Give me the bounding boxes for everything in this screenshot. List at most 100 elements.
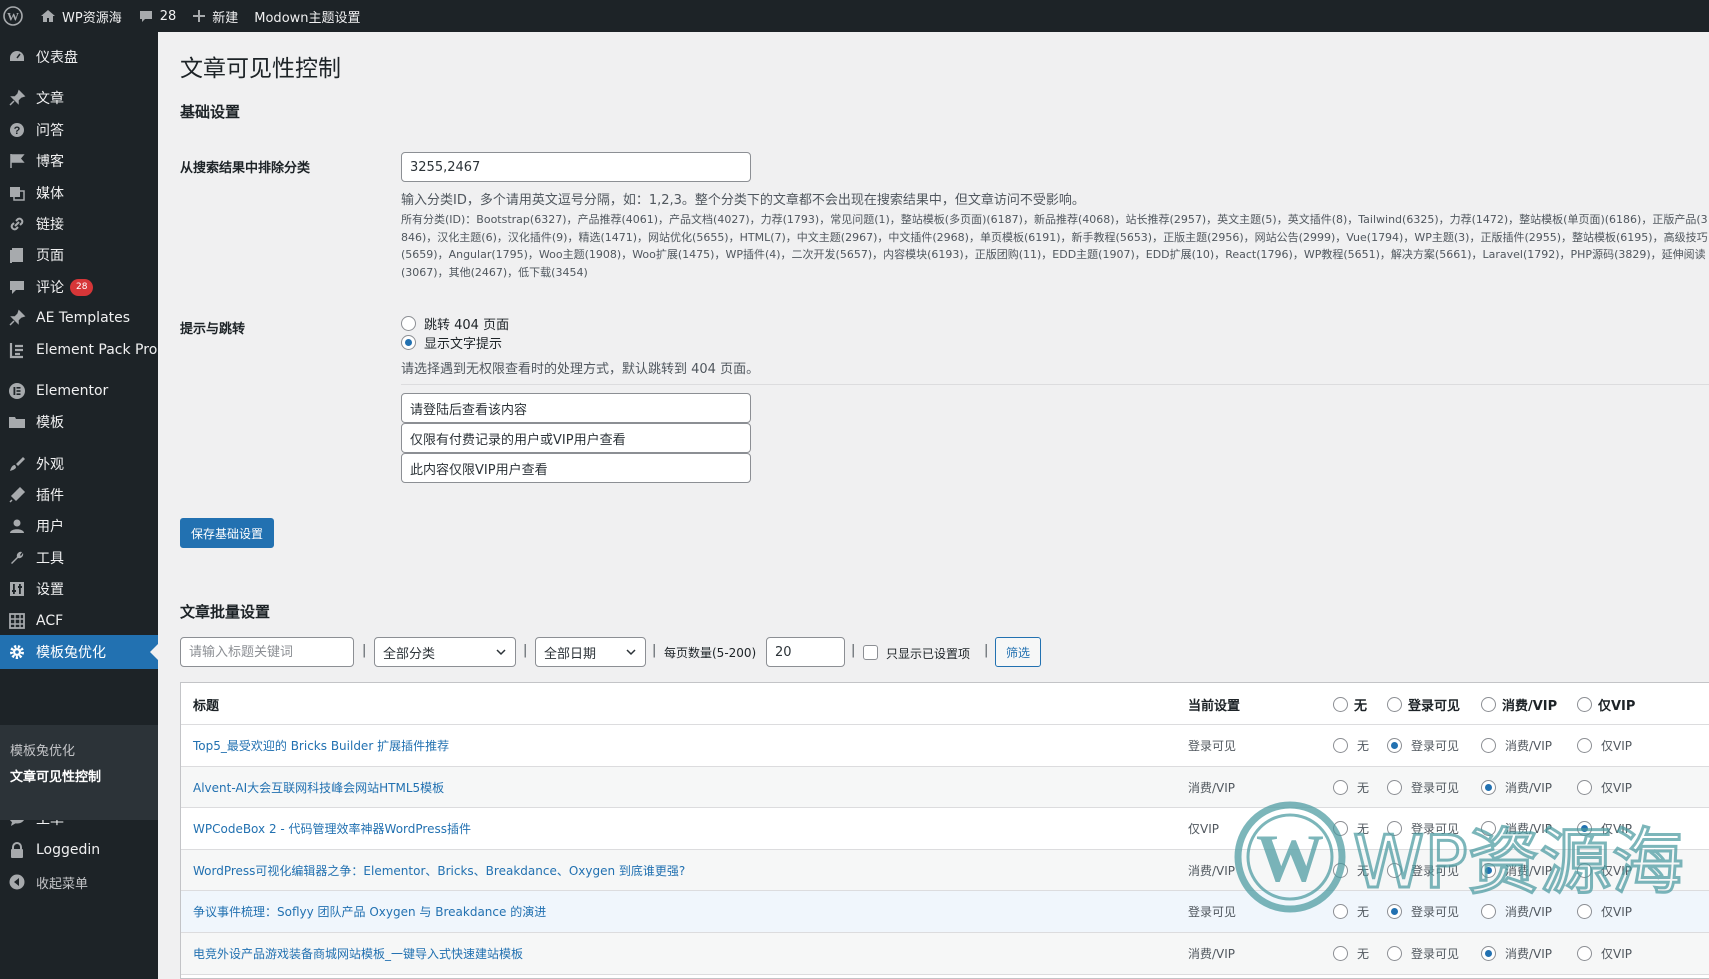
wordpress-logo-icon[interactable]: W bbox=[0, 0, 32, 32]
wrench-icon bbox=[8, 549, 26, 567]
row-radio-login[interactable] bbox=[1387, 779, 1402, 795]
row-radio-none[interactable] bbox=[1333, 946, 1348, 961]
row-option-paid[interactable]: 消费/VIP bbox=[1481, 933, 1552, 974]
row-radio-none[interactable] bbox=[1333, 738, 1348, 753]
filter-button[interactable]: 筛选 bbox=[995, 637, 1042, 667]
sidebar-item-9[interactable]: AE Templates bbox=[0, 301, 158, 335]
paid-message-input[interactable] bbox=[401, 423, 751, 453]
bulk-vip-label: 仅VIP bbox=[1598, 698, 1636, 714]
bulk-vip-option[interactable]: 仅VIP bbox=[1577, 683, 1635, 725]
sidebar-item-18[interactable]: ACF bbox=[0, 604, 158, 638]
row-radio-paid[interactable] bbox=[1481, 779, 1496, 795]
row-radio-login[interactable] bbox=[1387, 946, 1402, 961]
row-radio-login[interactable] bbox=[1387, 738, 1402, 753]
radio-text-option[interactable]: 显示文字提示 bbox=[401, 333, 502, 352]
row-radio-vip[interactable] bbox=[1577, 946, 1592, 961]
row-option-label: 无 bbox=[1357, 780, 1370, 795]
row-option-none[interactable]: 无 bbox=[1333, 725, 1369, 766]
per-page-input[interactable] bbox=[766, 637, 845, 667]
theme-settings-label: Modown主题设置 bbox=[254, 10, 361, 26]
chevron-down-icon bbox=[626, 649, 636, 656]
sidebar-item-1[interactable]: 仪表盘 bbox=[0, 40, 158, 74]
row-option-login[interactable]: 登录可见 bbox=[1387, 933, 1459, 974]
post-title-link[interactable]: Alvent-AI大会互联网科技峰会网站HTML5模板 bbox=[193, 767, 444, 808]
sidebar-item-label: 设置 bbox=[36, 582, 64, 598]
row-option-paid[interactable]: 消费/VIP bbox=[1481, 725, 1552, 766]
sidebar-item-5[interactable]: 媒体 bbox=[0, 176, 158, 210]
bulk-vip-radio[interactable] bbox=[1577, 696, 1592, 712]
login-message-input[interactable] bbox=[401, 393, 751, 423]
redirect-label: 提示与跳转 bbox=[180, 322, 246, 337]
sidebar-item-10[interactable]: Element Pack Pro bbox=[0, 333, 158, 367]
sidebar-item-19[interactable]: 模板兔优化 bbox=[0, 635, 158, 669]
sidebar-item-15[interactable]: 用户 bbox=[0, 509, 158, 543]
sidebar-item-7[interactable]: 页面 bbox=[0, 238, 158, 272]
sidebar-item-label: 问答 bbox=[36, 123, 64, 139]
column-title-header: 标题 bbox=[193, 698, 220, 714]
post-title-link[interactable]: WPCodeBox 2 - 代码管理效率神器WordPress插件 bbox=[193, 808, 471, 849]
redirect-description: 请选择遇到无权限查看时的处理方式，默认跳转到 404 页面。 bbox=[401, 362, 760, 377]
sidebar-item-2[interactable]: 文章 bbox=[0, 81, 158, 115]
row-option-none[interactable]: 无 bbox=[1333, 933, 1369, 974]
comments-link[interactable]: 28 bbox=[130, 0, 185, 32]
current-setting: 登录可见 bbox=[1188, 739, 1237, 753]
category-select[interactable]: 全部分类 bbox=[374, 637, 516, 667]
table-row: 电竞外设产品游戏装备商城网站模板_一键导入式快速建站模板 消费/VIP 无 登录可见 消… bbox=[181, 933, 1709, 975]
vip-message-input[interactable] bbox=[401, 453, 751, 483]
row-radio-vip[interactable] bbox=[1577, 779, 1592, 795]
sidebar-item-12[interactable]: 模板 bbox=[0, 405, 158, 439]
only-set-checkbox[interactable] bbox=[863, 645, 878, 660]
comments-count: 28 bbox=[159, 8, 177, 24]
user-icon bbox=[8, 517, 26, 535]
site-name-link[interactable]: WP资源海 bbox=[32, 0, 130, 32]
comment-icon bbox=[8, 278, 26, 296]
submenu-item-visibility[interactable]: 文章可见性控制 bbox=[10, 766, 101, 785]
row-radio-paid[interactable] bbox=[1481, 738, 1496, 753]
bulk-login-radio[interactable] bbox=[1387, 696, 1402, 712]
theme-settings-link[interactable]: Modown主题设置 bbox=[246, 0, 368, 32]
acf-icon bbox=[8, 612, 26, 630]
post-title-link[interactable]: Top5_最受欢迎的 Bricks Builder 扩展插件推荐 bbox=[193, 725, 449, 766]
sidebar-item-3[interactable]: ? 问答 bbox=[0, 113, 158, 147]
save-basic-settings-button[interactable]: 保存基础设置 bbox=[180, 518, 275, 548]
radio-404-option[interactable]: 跳转 404 页面 bbox=[401, 314, 509, 333]
sidebar-item-17[interactable]: 设置 bbox=[0, 572, 158, 606]
sidebar-item-4[interactable]: 博客 bbox=[0, 144, 158, 178]
radio-text[interactable] bbox=[401, 335, 416, 350]
row-option-label: 无 bbox=[1357, 947, 1370, 961]
post-title-link[interactable]: 电竞外设产品游戏装备商城网站模板_一键导入式快速建站模板 bbox=[193, 933, 523, 974]
row-option-login[interactable]: 登录可见 bbox=[1387, 725, 1459, 766]
row-radio-vip[interactable] bbox=[1577, 738, 1592, 753]
radio-404[interactable] bbox=[401, 316, 416, 331]
post-title-link[interactable]: WordPress可视化编辑器之争：Elementor、Bricks、Break… bbox=[193, 850, 685, 891]
post-title-link[interactable]: 争议事件梳理：Soflyy 团队产品 Oxygen 与 Breakdance 的… bbox=[193, 891, 546, 932]
keyword-search-input[interactable] bbox=[180, 637, 354, 667]
page-icon bbox=[8, 246, 26, 264]
sidebar-item-label: 收起菜单 bbox=[36, 876, 89, 892]
row-radio-none[interactable] bbox=[1333, 779, 1348, 795]
sidebar-item-24[interactable]: 收起菜单 bbox=[0, 865, 158, 899]
brush-icon bbox=[8, 455, 26, 473]
row-radio-paid[interactable] bbox=[1481, 946, 1496, 961]
sidebar-item-23[interactable]: Loggedin bbox=[0, 833, 158, 867]
bulk-paid-option[interactable]: 消费/VIP bbox=[1481, 683, 1557, 725]
date-select[interactable]: 全部日期 bbox=[535, 637, 646, 667]
row-option-vip[interactable]: 仅VIP bbox=[1577, 933, 1632, 974]
sidebar-item-16[interactable]: 工具 bbox=[0, 541, 158, 575]
exclude-categories-input[interactable] bbox=[401, 152, 751, 182]
bulk-login-option[interactable]: 登录可见 bbox=[1387, 683, 1460, 725]
sidebar-item-8[interactable]: 评论 28 bbox=[0, 270, 158, 304]
sidebar-item-13[interactable]: 外观 bbox=[0, 447, 158, 481]
table-row: Top5_最受欢迎的 Bricks Builder 扩展插件推荐 登录可见 无 登录可… bbox=[181, 725, 1709, 767]
sidebar-item-6[interactable]: 链接 bbox=[0, 207, 158, 241]
submenu-item-optimize[interactable]: 模板兔优化 bbox=[10, 740, 75, 759]
bulk-none-option[interactable]: 无 bbox=[1333, 683, 1367, 725]
row-option-vip[interactable]: 仅VIP bbox=[1577, 725, 1632, 766]
bulk-paid-radio[interactable] bbox=[1481, 696, 1496, 712]
sidebar-item-11[interactable]: Elementor bbox=[0, 374, 158, 408]
current-setting: 登录可见 bbox=[1188, 905, 1237, 920]
sidebar-item-14[interactable]: 插件 bbox=[0, 478, 158, 512]
bulk-none-radio[interactable] bbox=[1333, 696, 1348, 712]
exclude-description: 输入分类ID，多个请用英文逗号分隔，如：1,2,3。整个分类下的文章都不会出现在… bbox=[401, 193, 1085, 208]
new-content-link[interactable]: 新建 bbox=[184, 0, 246, 32]
